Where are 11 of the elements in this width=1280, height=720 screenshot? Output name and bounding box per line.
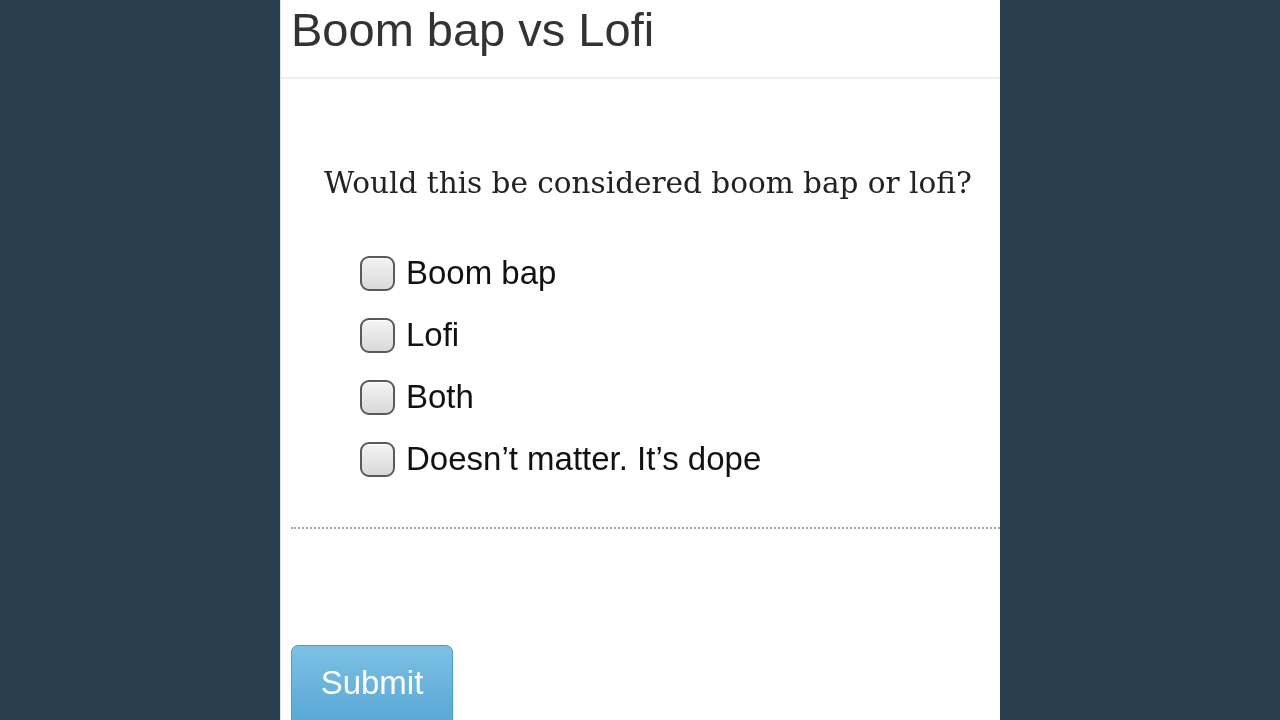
checkbox[interactable] xyxy=(360,441,395,477)
page-title: Boom bap vs Lofi xyxy=(291,2,655,58)
checkbox[interactable] xyxy=(360,317,395,353)
submit-button[interactable]: Submit xyxy=(291,645,453,720)
option-label: Lofi xyxy=(406,315,460,355)
option-label: Doesn’t matter. It’s dope xyxy=(406,439,762,479)
option-label: Boom bap xyxy=(406,253,557,293)
checkbox[interactable] xyxy=(360,255,395,291)
option-label: Both xyxy=(406,377,474,417)
question-text: Would this be considered boom bap or lofi? xyxy=(324,165,972,202)
checkbox[interactable] xyxy=(360,379,395,415)
